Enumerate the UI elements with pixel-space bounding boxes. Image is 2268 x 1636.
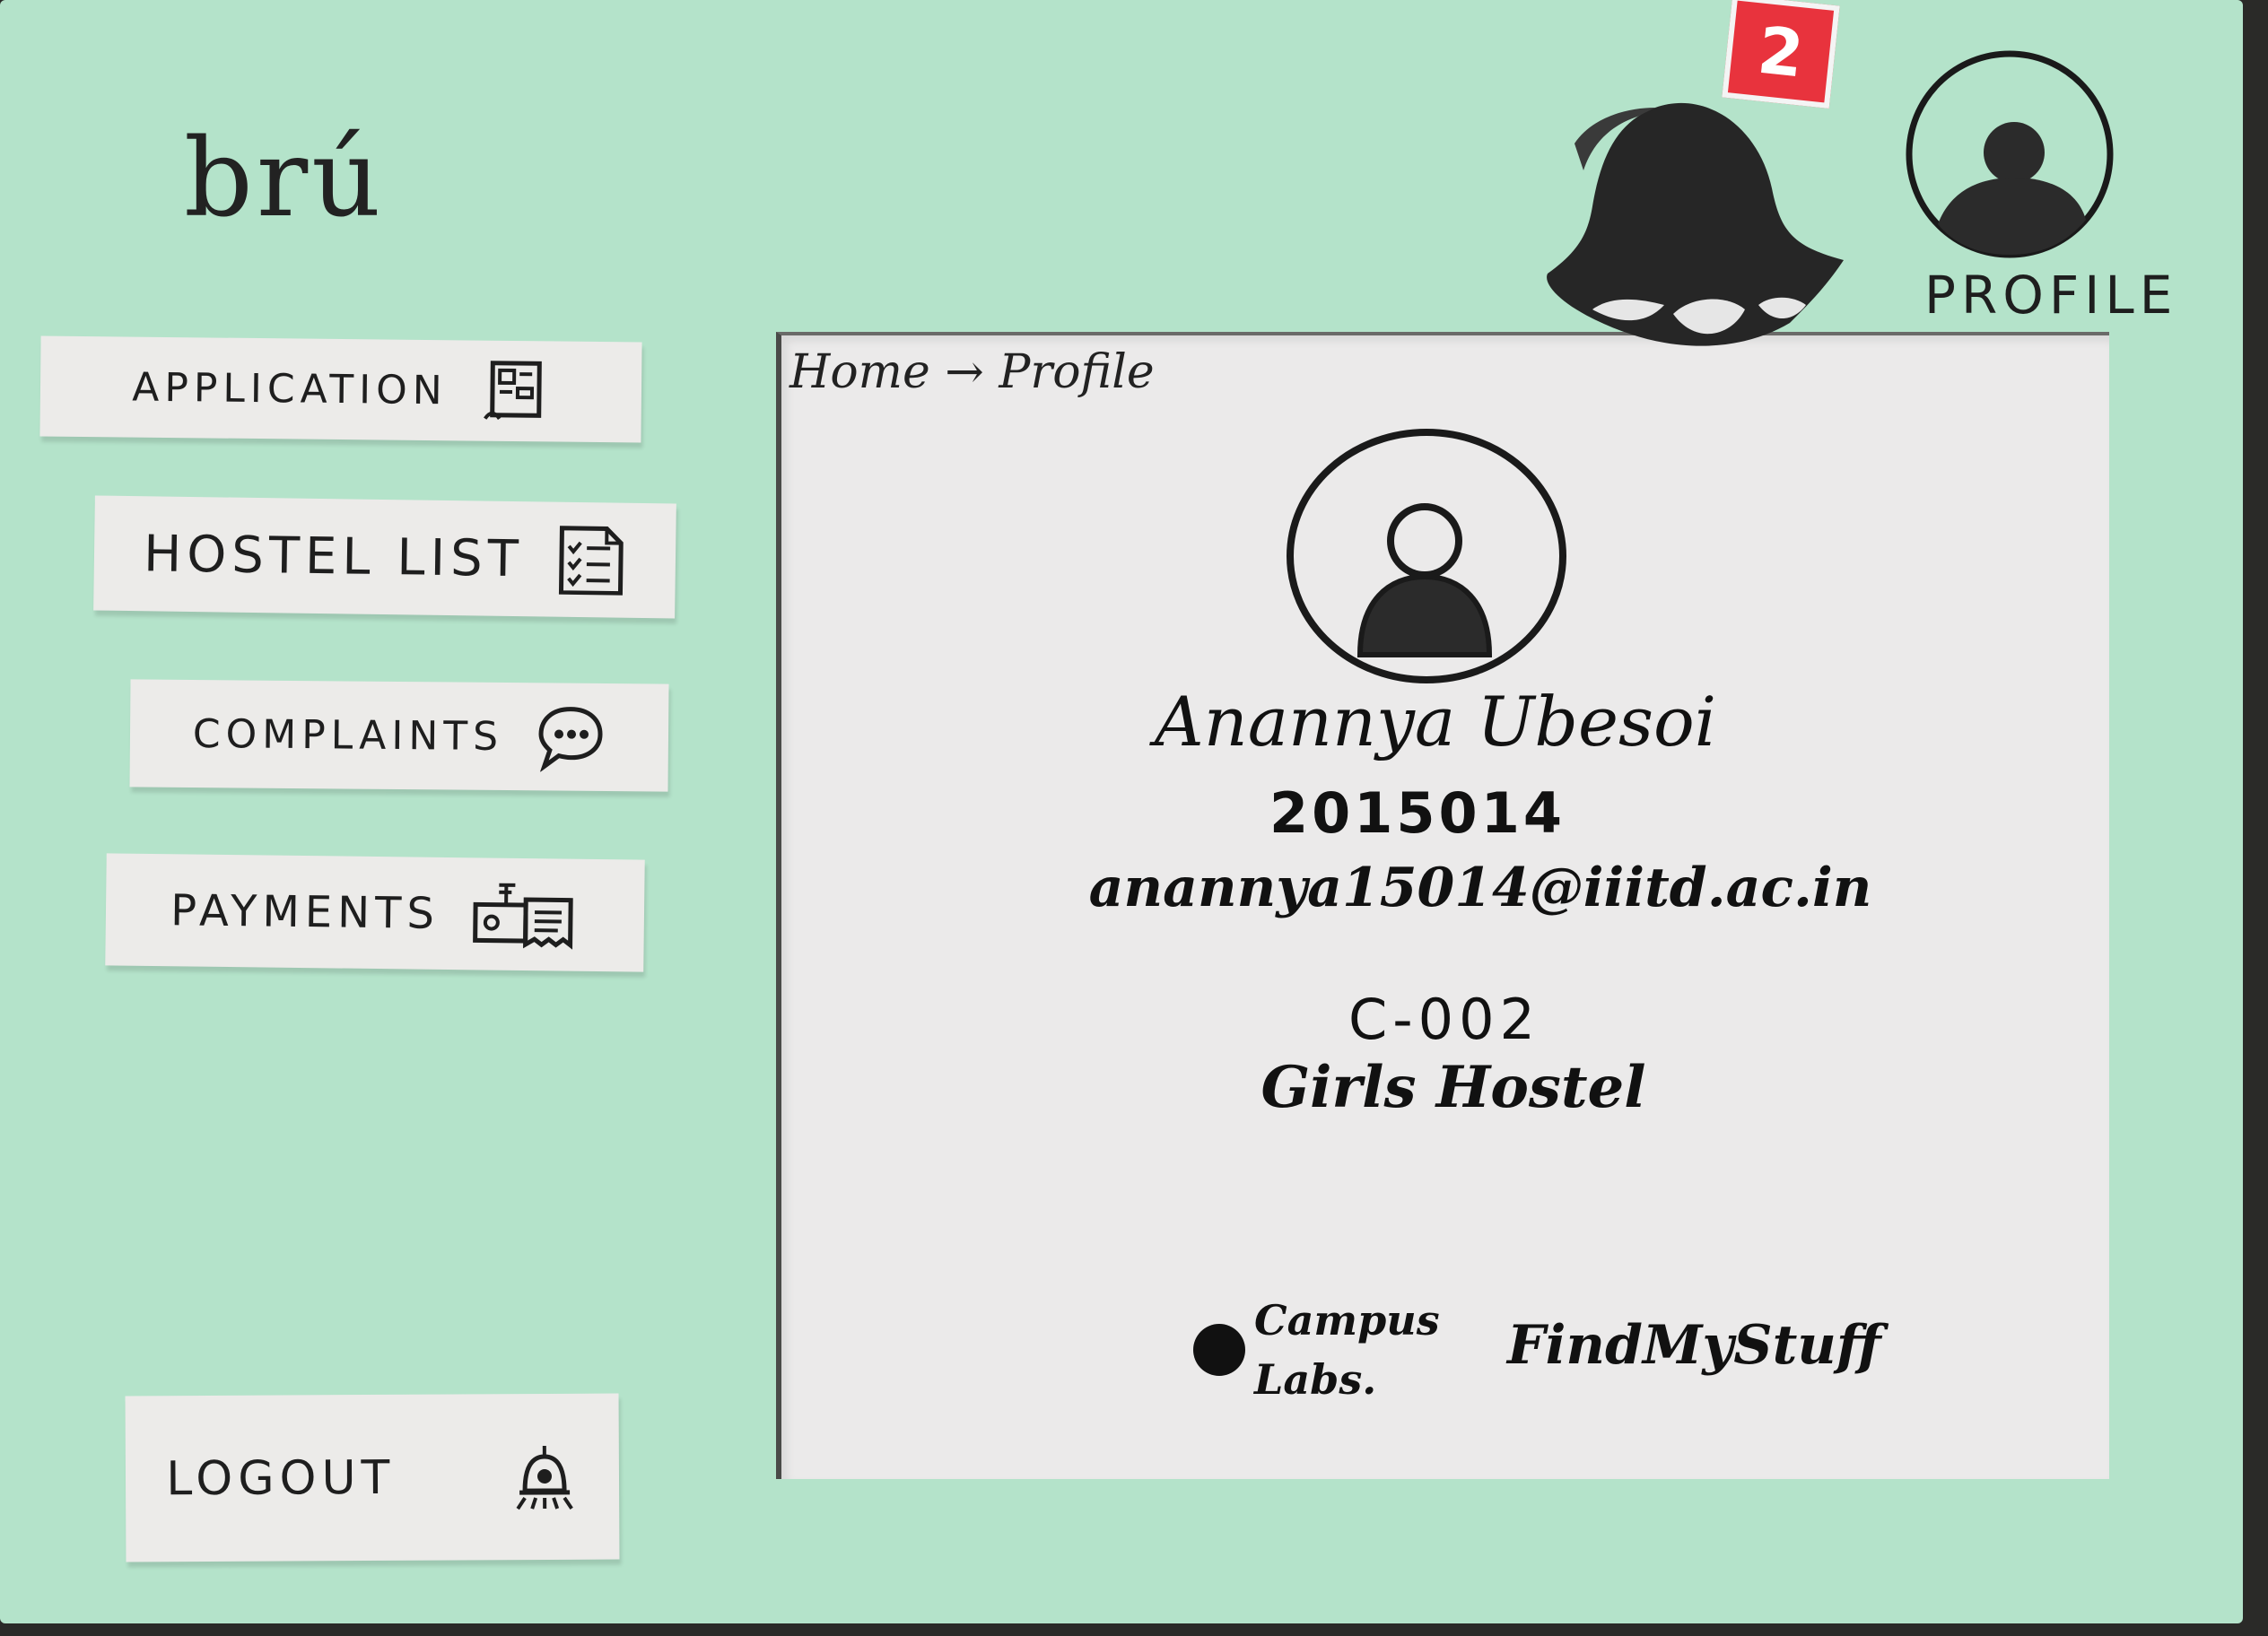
user-avatar-icon	[1283, 426, 1570, 686]
sidebar-item-complaints[interactable]: COMPLAINTS	[129, 679, 669, 792]
bell-icon	[1547, 102, 1844, 346]
notification-button[interactable]	[1539, 90, 1853, 377]
room-number: C-002	[1348, 987, 1540, 1052]
hostel-name: Girls Hostel	[1260, 1054, 1646, 1121]
payment-receipt-icon	[471, 879, 580, 950]
user-email: anannya15014@iiitd.ac.in	[1088, 857, 1872, 919]
logout-label: LOGOUT	[166, 1450, 396, 1506]
notification-count-badge: 2	[1722, 0, 1840, 109]
sidebar-item-payments[interactable]: PAYMENTS	[105, 853, 645, 972]
breadcrumb[interactable]: Home → Profile	[789, 345, 1155, 399]
app-board: brú APPLICATION HOSTEL LIST COMPLAINTS P…	[0, 0, 2243, 1623]
checklist-icon	[555, 525, 626, 596]
sidebar-item-label: HOSTEL LIST	[143, 524, 525, 588]
chat-bubble-icon	[536, 701, 606, 773]
user-avatar-icon	[1906, 50, 2114, 258]
sidebar-item-application[interactable]: APPLICATION	[39, 335, 642, 443]
user-name: Anannya Ubesoi	[1154, 682, 1717, 761]
sidebar-item-label: COMPLAINTS	[192, 710, 504, 760]
app-logo: brú	[184, 117, 385, 241]
profile-label[interactable]: PROFILE	[1924, 265, 2177, 326]
sidebar-item-label: APPLICATION	[132, 364, 448, 413]
user-id: 2015014	[1269, 780, 1566, 846]
campus-labs-logo-icon	[1193, 1324, 1245, 1376]
campus-labs-label: Campus Labs.	[1254, 1296, 1440, 1404]
find-my-stuff-link[interactable]: FindMyStuff	[1507, 1314, 1881, 1377]
sidebar-item-label: PAYMENTS	[170, 884, 441, 939]
profile-button[interactable]	[1902, 45, 2117, 269]
sidebar-item-hostel-list[interactable]: HOSTEL LIST	[93, 495, 676, 619]
logout-button[interactable]: LOGOUT	[125, 1393, 620, 1562]
logout-alarm-icon	[509, 1441, 579, 1511]
application-form-icon	[479, 356, 550, 427]
campus-labs-link[interactable]: Campus Labs.	[1193, 1278, 1440, 1422]
